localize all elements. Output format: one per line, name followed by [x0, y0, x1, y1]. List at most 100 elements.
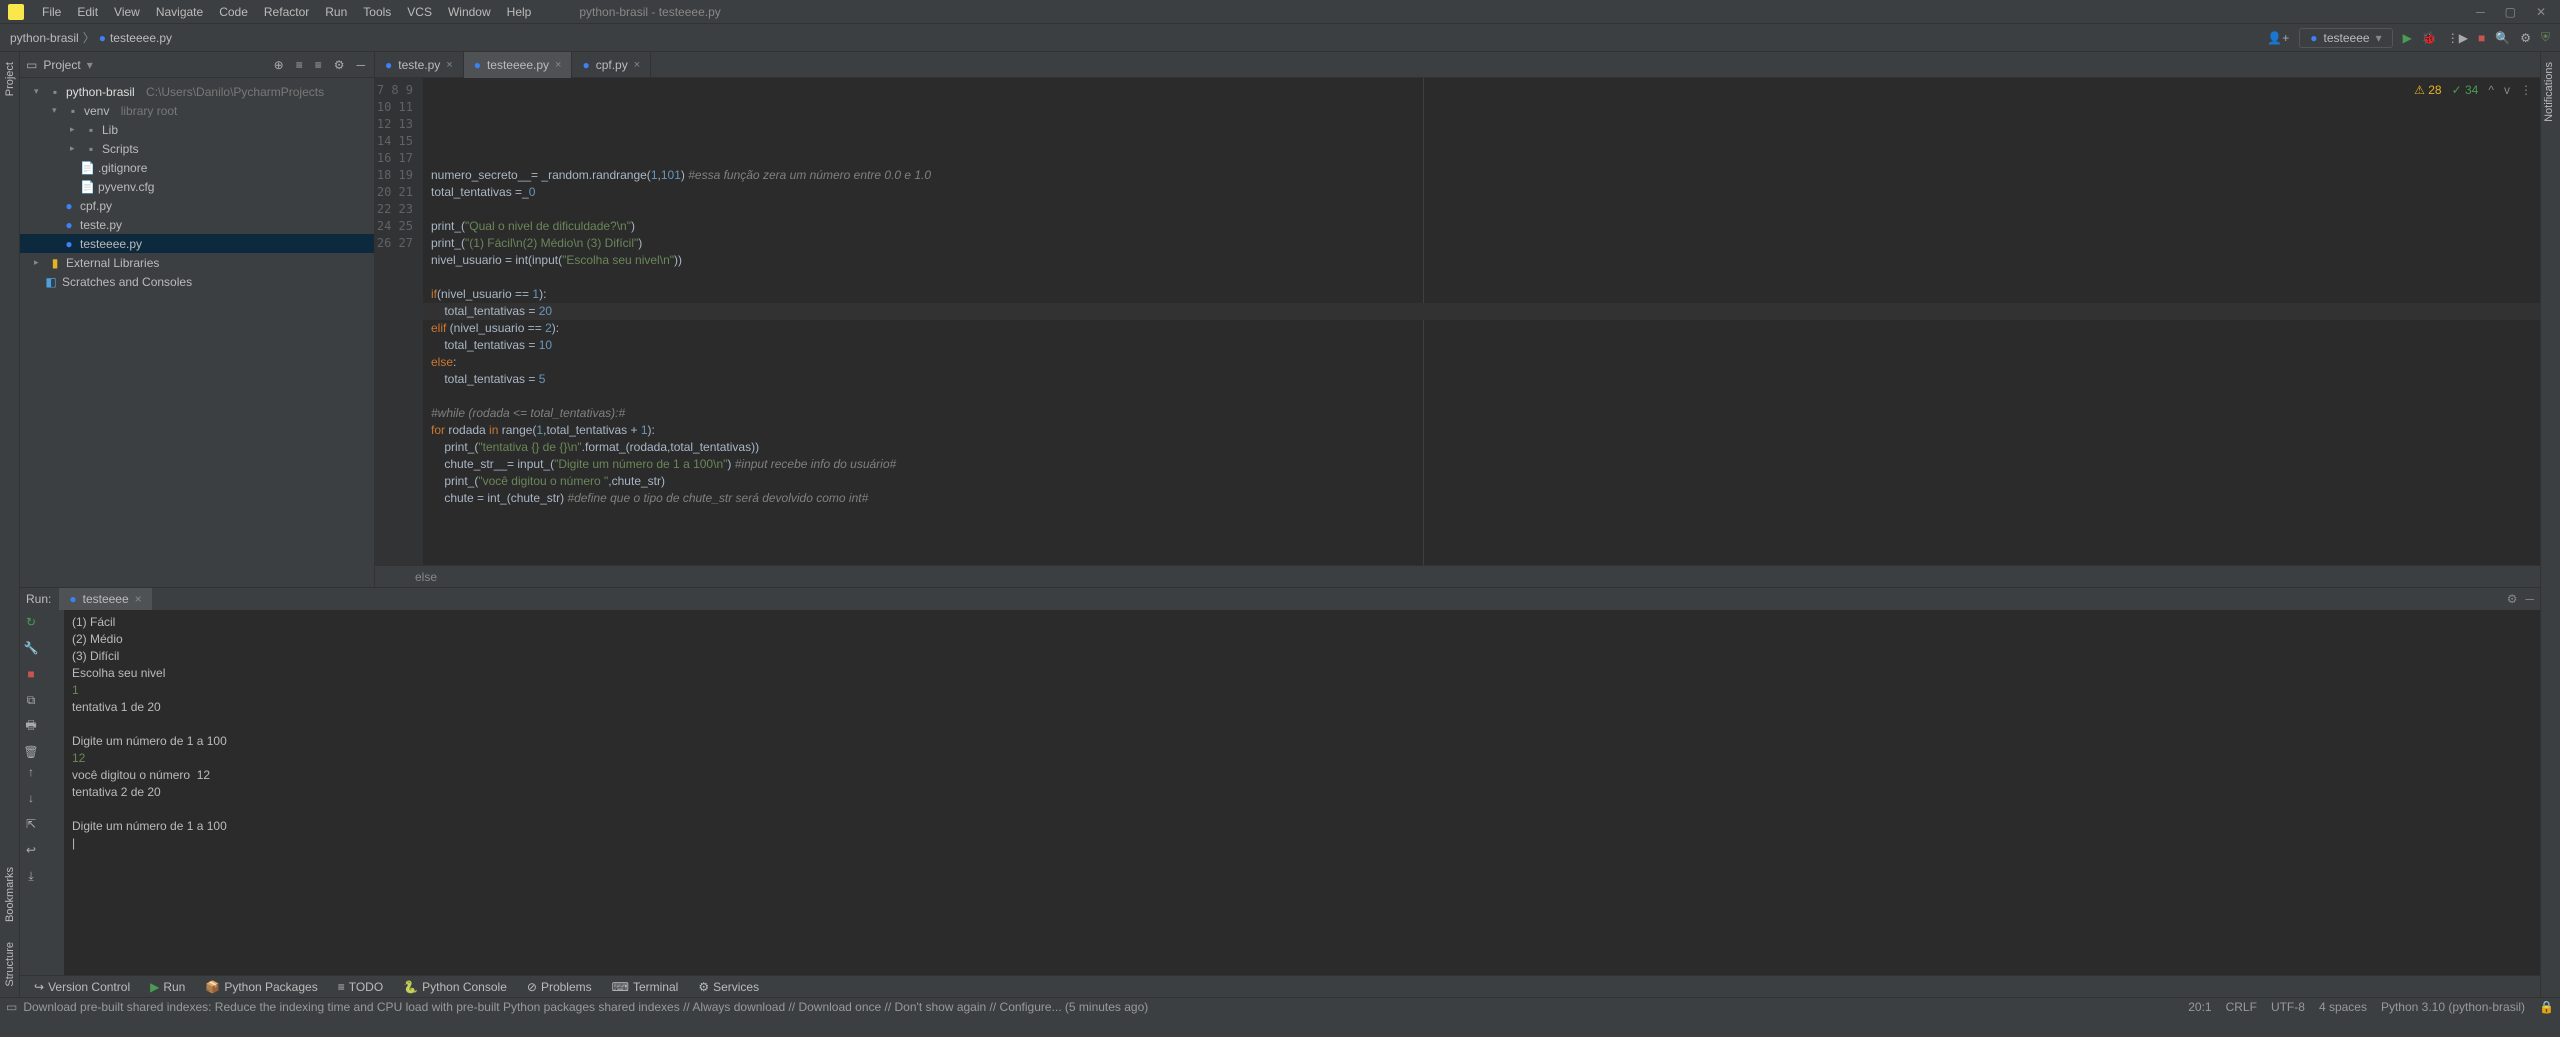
chevron-up-icon[interactable]: ^ [2488, 82, 2494, 99]
status-message[interactable]: Download pre-built shared indexes: Reduc… [23, 1000, 1148, 1014]
trash-icon[interactable]: 🗑 [23, 744, 39, 760]
chevron-down-icon[interactable]: v [2504, 82, 2510, 99]
tree-venv[interactable]: venv [84, 104, 109, 118]
menu-tools[interactable]: Tools [355, 0, 399, 24]
tool-window-terminal[interactable]: ⌨Terminal [604, 976, 687, 998]
interpreter[interactable]: Python 3.10 (python-brasil) [2381, 1000, 2525, 1014]
breadcrumb-file[interactable]: testeeee.py [110, 31, 172, 45]
tool-window-services[interactable]: ⚙Services [690, 976, 767, 998]
more-icon[interactable]: ⋮ [2520, 82, 2532, 99]
editor-tab[interactable]: ●teste.py× [375, 52, 464, 78]
stop-icon[interactable]: ■ [23, 666, 39, 682]
settings-gear-icon[interactable]: ⚙ [2520, 31, 2531, 45]
tree-cpf[interactable]: cpf.py [80, 199, 112, 213]
rail-structure[interactable]: Structure [4, 932, 16, 997]
scroll-icon[interactable]: ⤓ [23, 868, 39, 884]
breadcrumb-root[interactable]: python-brasil [10, 31, 79, 45]
project-header-label[interactable]: Project [43, 58, 80, 72]
add-user-icon[interactable]: 👤+ [2267, 31, 2289, 45]
editor-gutter[interactable]: 7 8 9 10 11 12 13 14 15 16 17 18 19 20 2… [375, 78, 423, 565]
shield-icon[interactable]: ⛨ [2541, 30, 2550, 45]
menu-help[interactable]: Help [499, 0, 540, 24]
caret-position[interactable]: 20:1 [2188, 1000, 2211, 1014]
settings-gear-icon[interactable]: ⚙ [331, 58, 348, 72]
print-icon[interactable]: 🖶 [23, 718, 39, 734]
tree-scripts[interactable]: Scripts [102, 142, 139, 156]
wrench-icon[interactable]: 🔧 [23, 640, 39, 656]
editor-tab[interactable]: ●cpf.py× [572, 52, 651, 78]
settings-gear-icon[interactable]: ⚙ [2507, 592, 2518, 606]
encoding[interactable]: UTF-8 [2271, 1000, 2305, 1014]
menu-vcs[interactable]: VCS [399, 0, 440, 24]
line-separator[interactable]: CRLF [2226, 1000, 2257, 1014]
tool-window-problems[interactable]: ⊘Problems [519, 976, 600, 998]
close-icon[interactable]: ✕ [2536, 5, 2546, 19]
rail-project[interactable]: Project [4, 52, 16, 106]
close-icon[interactable]: × [135, 592, 142, 606]
tool-window-label: Problems [541, 980, 592, 994]
python-file-icon: ● [62, 218, 76, 232]
menu-refactor[interactable]: Refactor [256, 0, 317, 24]
tool-window-version-control[interactable]: ↪Version Control [26, 976, 138, 998]
tree-scratches[interactable]: Scratches and Consoles [62, 275, 192, 289]
menu-edit[interactable]: Edit [69, 0, 106, 24]
minimize-icon[interactable]: ─ [2476, 5, 2485, 19]
expand-all-icon[interactable]: ≡ [293, 58, 306, 72]
tree-project[interactable]: python-brasil [66, 85, 135, 99]
tool-window-label: Python Packages [224, 980, 317, 994]
tree-ext-lib[interactable]: External Libraries [66, 256, 159, 270]
folder-icon: ▪ [48, 85, 62, 99]
status-bar-icon[interactable]: ▭ [6, 1000, 17, 1014]
menu-window[interactable]: Window [440, 0, 499, 24]
debug-icon[interactable]: 🐞 [2422, 31, 2437, 45]
menu-navigate[interactable]: Navigate [148, 0, 211, 24]
wrap-icon[interactable]: ↩ [23, 842, 39, 858]
run-icon[interactable]: ▶ [2403, 31, 2412, 45]
stop-icon[interactable]: ■ [2478, 31, 2485, 45]
menu-run[interactable]: Run [317, 0, 355, 24]
run-tab[interactable]: ● testeeee × [59, 588, 151, 610]
tool-window-python-packages[interactable]: 📦Python Packages [197, 976, 325, 998]
collapse-all-icon[interactable]: ≡ [312, 58, 325, 72]
run-configuration-selector[interactable]: ● testeeee ▾ [2299, 28, 2392, 48]
breadcrumb-strip[interactable]: else [375, 565, 2540, 587]
menu-view[interactable]: View [106, 0, 148, 24]
hide-icon[interactable]: ─ [353, 58, 368, 72]
layout-icon[interactable]: ⧉ [23, 692, 39, 708]
hide-icon[interactable]: ─ [2525, 592, 2534, 606]
menu-file[interactable]: File [34, 0, 69, 24]
export-icon[interactable]: ⇱ [23, 816, 39, 832]
python-file-icon: ● [99, 31, 106, 45]
maximize-icon[interactable]: ▢ [2505, 5, 2516, 19]
up-arrow-icon[interactable]: ↑ [23, 764, 39, 780]
lock-icon[interactable]: 🔒 [2539, 1000, 2554, 1014]
tree-testeeee[interactable]: testeeee.py [80, 237, 142, 251]
tree-teste[interactable]: teste.py [80, 218, 122, 232]
console-output[interactable]: (1) Fácil(2) Médio(3) DifícilEscolha seu… [64, 610, 2540, 975]
close-icon[interactable]: × [634, 59, 640, 71]
rail-notifications[interactable]: Notifications [2541, 52, 2557, 132]
right-tool-rail: Notifications [2540, 52, 2560, 997]
select-opened-file-icon[interactable]: ⊕ [271, 58, 287, 72]
tree-gitignore[interactable]: .gitignore [98, 161, 147, 175]
python-file-icon: ● [62, 199, 76, 213]
down-arrow-icon[interactable]: ↓ [23, 790, 39, 806]
search-icon[interactable]: 🔍 [2495, 31, 2510, 45]
close-icon[interactable]: × [555, 59, 561, 71]
project-tree[interactable]: ▾▪python-brasil C:\Users\Danilo\PycharmP… [20, 78, 374, 587]
tool-window-run[interactable]: ▶Run [142, 976, 193, 998]
menu-code[interactable]: Code [211, 0, 256, 24]
editor-tab[interactable]: ●testeeee.py× [464, 52, 573, 78]
chevron-down-icon[interactable]: ▾ [87, 58, 93, 72]
tree-pyvenv[interactable]: pyvenv.cfg [98, 180, 154, 194]
code-editor[interactable]: ⚠ 28 ✓ 34 ^ v ⋮ numero_secreto__= _rando… [423, 78, 2540, 565]
tool-window-python-console[interactable]: 🐍Python Console [395, 976, 515, 998]
close-icon[interactable]: × [446, 59, 452, 71]
tool-window-todo[interactable]: ≡TODO [330, 976, 391, 998]
more-run-icon[interactable]: ⋮▶ [2447, 31, 2468, 45]
inspection-indicators[interactable]: ⚠ 28 ✓ 34 ^ v ⋮ [2414, 82, 2532, 99]
indent[interactable]: 4 spaces [2319, 1000, 2367, 1014]
rerun-icon[interactable]: ↻ [23, 614, 39, 630]
rail-bookmarks[interactable]: Bookmarks [4, 857, 16, 932]
tree-lib[interactable]: Lib [102, 123, 118, 137]
